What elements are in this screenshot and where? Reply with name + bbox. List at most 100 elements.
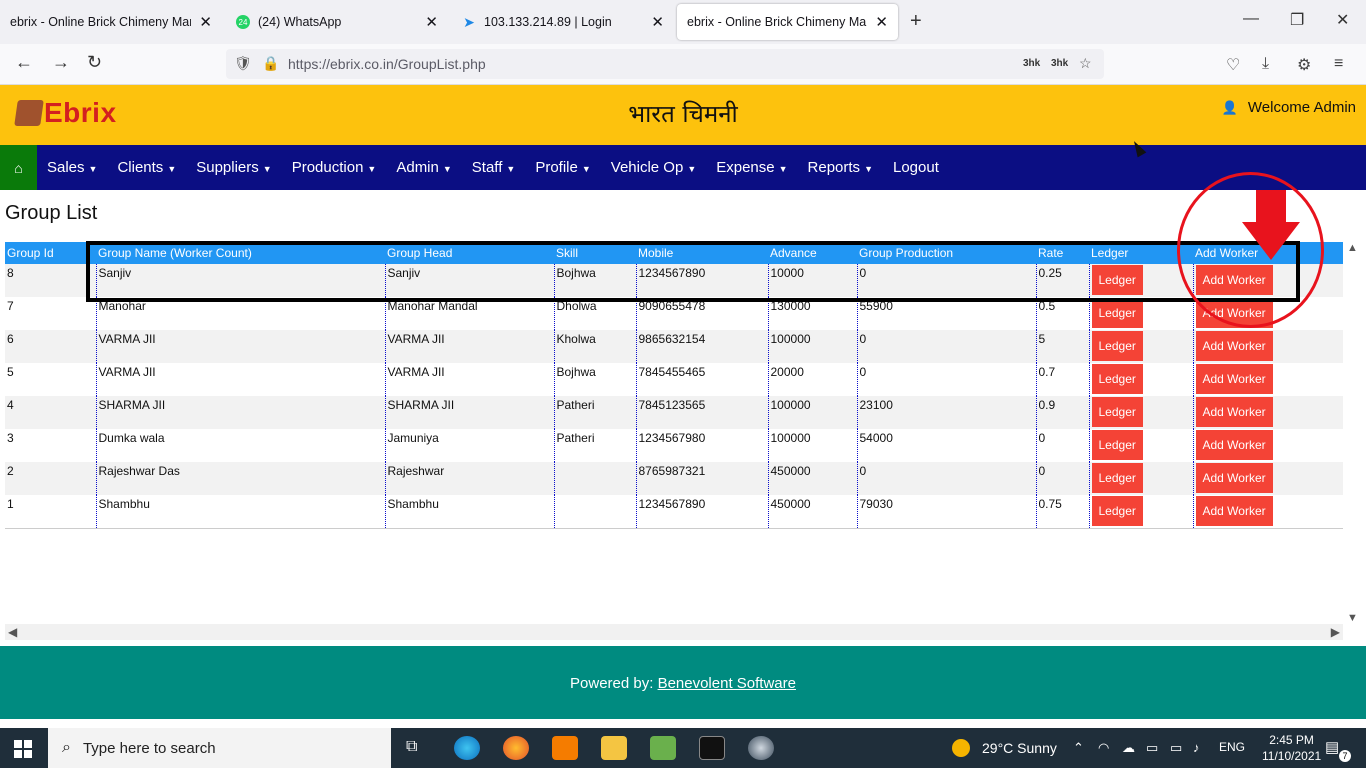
chevron-up-icon[interactable]: ⌃ [1073,740,1084,756]
tab-title: ebrix - Online Brick Chimeny Manag [687,15,868,29]
taskbar-search-box[interactable]: ⌕ Type here to search [48,728,391,768]
menu-profile[interactable]: Profile ▼ [525,159,600,176]
add-worker-button[interactable]: Add Worker [1195,430,1273,460]
cell-skill: Patheri [553,396,636,429]
browser-tab-login[interactable]: ➤ 103.133.214.89 | Login ✕ [452,4,674,40]
add-worker-button[interactable]: Add Worker [1195,397,1273,427]
caret-down-icon: ▼ [506,164,516,174]
notification-icon[interactable]: ▤ [1325,738,1339,756]
close-tab-icon[interactable]: ✕ [875,13,888,31]
caret-down-icon: ▼ [864,164,873,174]
cell-add-worker: Add Worker [1192,396,1343,429]
scroll-right-icon[interactable]: ▶ [1331,625,1340,639]
cell-ledger: Ledger [1088,396,1193,429]
network-icon[interactable]: ◠ [1098,740,1109,756]
task-view-icon[interactable]: ⧉ [406,738,417,756]
url-text[interactable]: https://ebrix.co.in/GroupList.php [288,56,486,72]
close-tab-icon[interactable]: ✕ [425,13,438,31]
close-tab-icon[interactable]: ✕ [651,13,664,31]
new-tab-icon[interactable]: + [910,10,922,33]
xampp-icon[interactable] [552,736,578,760]
scroll-down-icon[interactable]: ▼ [1347,612,1358,624]
weather-text[interactable]: 29°C Sunny [982,740,1057,756]
volume-icon[interactable]: ♪ [1193,740,1200,755]
shield-icon[interactable]: 🛡 [234,55,252,72]
vertical-scrollbar[interactable]: ▲ ▼ [1344,242,1360,624]
restore-icon[interactable]: ❐ [1290,10,1304,30]
download-icon[interactable]: ⤓ [1262,55,1269,73]
notepad-icon[interactable] [650,736,676,760]
ledger-button[interactable]: Ledger [1091,430,1143,460]
browser-tab-ebrix-1[interactable]: ebrix - Online Brick Chimeny Manag ✕ [0,4,222,40]
menu-clients[interactable]: Clients ▼ [107,159,186,176]
clock[interactable]: 2:45 PM 11/10/2021 [1262,732,1321,764]
firefox-icon[interactable] [503,736,529,760]
menu-suppliers[interactable]: Suppliers ▼ [186,159,281,176]
cell-rate: 0 [1035,429,1089,462]
terminal-icon[interactable] [699,736,725,760]
cell-name: VARMA JII [95,363,385,396]
bookmark-star-icon[interactable]: ☆ [1079,55,1092,72]
scroll-up-icon[interactable]: ▲ [1347,242,1358,254]
table-row: 6 VARMA JII VARMA JII Kholwa 9865632154 10000… [5,330,1343,363]
ledger-button[interactable]: Ledger [1091,463,1143,493]
add-worker-button[interactable]: Add Worker [1195,331,1273,361]
horizontal-scrollbar[interactable]: ◀ ▶ [5,624,1343,640]
scroll-left-icon[interactable]: ◀ [8,625,17,639]
weather-sun-icon[interactable] [952,739,970,757]
address-bar[interactable]: 🛡 🔒 https://ebrix.co.in/GroupList.php 3h… [226,49,1104,79]
cell-add-worker: Add Worker [1192,462,1343,495]
edge-icon[interactable] [454,736,480,760]
minimize-icon[interactable]: — [1243,10,1259,28]
back-icon[interactable]: ← [15,52,33,73]
file-explorer-icon[interactable] [601,736,627,760]
menu-expense[interactable]: Expense ▼ [706,159,797,176]
col-group-id[interactable]: Group Id [5,242,96,264]
add-worker-button[interactable]: Add Worker [1195,364,1273,394]
close-tab-icon[interactable]: ✕ [199,13,212,31]
menu-admin[interactable]: Admin ▼ [386,159,461,176]
ledger-button[interactable]: Ledger [1091,496,1143,526]
language-indicator[interactable]: ENG [1219,740,1245,754]
add-worker-button[interactable]: Add Worker [1195,496,1273,526]
hamburger-menu-icon[interactable]: ≡ [1334,55,1343,73]
browser-tab-ebrix-active[interactable]: ebrix - Online Brick Chimeny Manag ✕ [677,4,898,40]
menu-sales[interactable]: Sales ▼ [37,159,107,176]
ledger-button[interactable]: Ledger [1091,331,1143,361]
reload-icon[interactable]: ↻ [87,52,102,73]
battery-icon[interactable]: ▭ [1170,740,1182,756]
account-icon[interactable]: ⚙ [1297,55,1311,75]
menu-reports[interactable]: Reports ▼ [798,159,883,176]
tab-title: (24) WhatsApp [258,15,342,29]
table-row: 1 Shambhu Shambhu 1234567890 450000 79030 0.75… [5,495,1343,529]
menu-staff[interactable]: Staff ▼ [462,159,526,176]
meet-icon[interactable]: ▭ [1146,740,1158,756]
cloud-icon[interactable]: ☁ [1122,740,1135,756]
add-worker-button[interactable]: Add Worker [1195,463,1273,493]
menu-vehicle-op[interactable]: Vehicle Op ▼ [601,159,706,176]
menu-production[interactable]: Production ▼ [282,159,387,176]
pocket-icon[interactable]: ♡ [1226,55,1240,75]
windows-start-icon[interactable] [14,740,32,758]
menu-logout[interactable]: Logout [883,159,949,176]
footer-link[interactable]: Benevolent Software [658,675,796,692]
ledger-button[interactable]: Ledger [1091,364,1143,394]
cell-id: 5 [5,363,96,396]
welcome-user[interactable]: 👤 Welcome Admin [1222,99,1356,116]
forward-icon[interactable]: → [52,52,70,73]
menu-label: Production [291,159,364,176]
home-icon[interactable]: ⌂ [0,145,37,190]
clock-date: 11/10/2021 [1262,749,1322,763]
cell-advance: 100000 [767,429,857,462]
menu-label: Admin [396,159,439,176]
cell-advance: 20000 [767,363,857,396]
browser-tab-whatsapp[interactable]: 24 (24) WhatsApp ✕ [226,4,448,40]
ledger-button[interactable]: Ledger [1091,298,1143,328]
ledger-button[interactable]: Ledger [1091,397,1143,427]
cell-skill [553,462,636,495]
app-globe-icon[interactable] [748,736,774,760]
extension-badge[interactable]: 3hk [1051,58,1068,69]
close-window-icon[interactable]: ✕ [1336,10,1349,30]
lock-icon[interactable]: 🔒 [262,55,279,72]
extension-badge[interactable]: 3hk [1023,58,1040,69]
